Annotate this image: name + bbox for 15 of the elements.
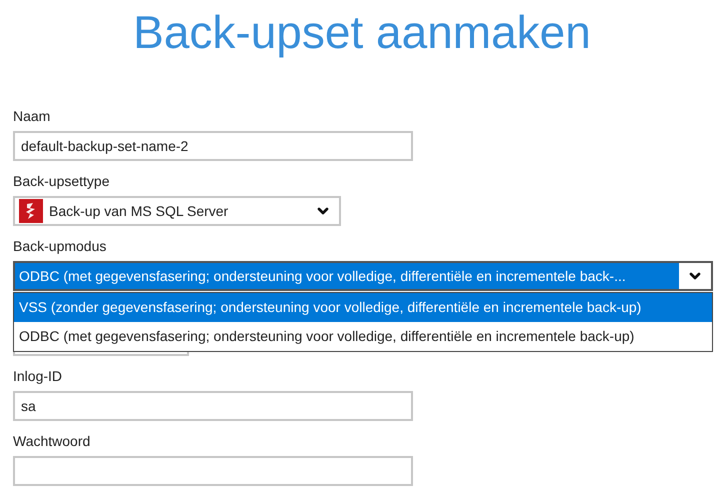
field-label: Naam — [13, 107, 52, 126]
database-server-icon — [19, 199, 43, 223]
field-label: Inlog-ID — [13, 367, 64, 386]
password-field[interactable] — [13, 456, 413, 486]
dropdown-select[interactable]: Back-up van MS SQL Server — [13, 196, 341, 226]
text-field[interactable]: sa — [13, 391, 413, 421]
field-label: Wachtwoord — [13, 432, 92, 451]
dropdown-option[interactable]: VSS (zonder gegevensfasering; ondersteuning voor volledige, differentiële en incrementele back-up) — [14, 293, 712, 322]
selected-value: ODBC (met gegevensfasering; ondersteuning voor volledige, differentiële en incrementele back-... — [19, 266, 626, 286]
selected-value: Back-up van MS SQL Server — [49, 202, 228, 221]
page-title: Back-upset aanmaken — [133, 5, 591, 60]
field-label: Back-upsettype — [13, 172, 110, 191]
field-label: Back-upmodus — [13, 237, 108, 256]
dropdown-select[interactable]: ODBC (met gegevensfasering; ondersteuning voor volledige, differentiële en incrementele back-... — [13, 261, 713, 291]
text-field[interactable]: default-backup-set-name-2 — [13, 131, 413, 161]
